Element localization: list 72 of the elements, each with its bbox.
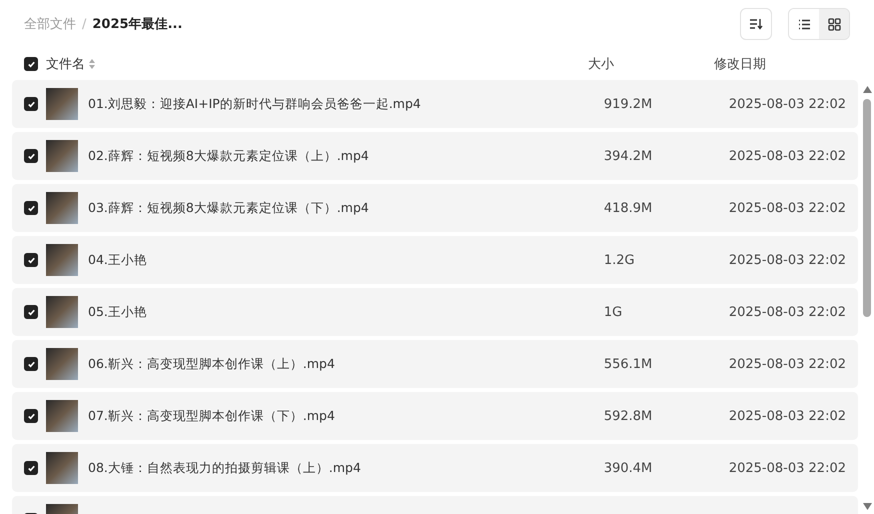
row-checkbox[interactable] [24,409,38,423]
row-checkbox[interactable] [24,201,38,215]
file-size: 592.8M [604,408,654,424]
video-thumbnail [46,400,78,432]
row-checkbox[interactable] [24,461,38,475]
modified-date: 2025-08-03 22:02 [728,252,846,268]
checkmark-icon [26,204,36,212]
file-row[interactable]: 07.靳兴：高变现型脚本创作课（下）.mp4 592.8M 2025-08-03 22:02 [12,392,858,440]
breadcrumb-current: 2025年最佳... [92,16,182,33]
column-header: 大小 [588,56,615,73]
video-thumbnail [46,244,78,276]
select-all-checkbox[interactable] [24,57,38,71]
file-size: 394.2M [604,148,654,164]
checkmark-icon [26,308,36,316]
sort-button[interactable] [740,8,772,40]
file-name: 04.王小艳 [88,252,148,268]
sort-caret-icon [89,59,95,69]
file-size: 1G [604,304,624,320]
sort-icon [749,18,763,30]
scrollbar-thumb[interactable] [863,99,871,317]
modified-date: 2025-08-03 22:02 [728,304,846,320]
checkmark-icon [26,152,36,160]
file-row[interactable]: 04.王小艳 1.2G 2025-08-03 22:02 [12,236,858,284]
modified-date: 2025-08-03 22:02 [728,460,846,476]
video-thumbnail [46,296,78,328]
file-row[interactable]: 08.大锤：自然表现力的拍摄剪辑课（上）.mp4 390.4M 2025-08-03 22:02 [12,444,858,492]
scroll-down-icon [862,503,872,510]
column-header[interactable]: 文件名 [46,55,85,73]
file-size: 919.2M [604,96,654,112]
grid-icon [828,18,840,30]
modified-date: 2025-08-03 22:02 [728,356,846,372]
file-name: 02.薛辉：短视频8大爆款元素定位课（上）.mp4 [88,148,370,164]
file-name: 05.王小艳 [88,304,148,320]
file-size: 1.2G [604,252,636,268]
list-icon [798,18,810,30]
file-row[interactable]: 06.靳兴：高变现型脚本创作课（上）.mp4 556.1M 2025-08-03 22:02 [12,340,858,388]
file-row[interactable]: 02.薛辉：短视频8大爆款元素定位课（上）.mp4 394.2M 2025-08-03 22:02 [12,132,858,180]
row-checkbox[interactable] [24,149,38,163]
row-checkbox[interactable] [24,97,38,111]
file-name: 06.靳兴：高变现型脚本创作课（上）.mp4 [88,356,336,372]
checkmark-icon [26,100,36,108]
file-name: 07.靳兴：高变现型脚本创作课（下）.mp4 [88,408,336,424]
video-thumbnail [46,140,78,172]
grid-view-button[interactable] [819,9,849,39]
row-checkbox[interactable] [24,305,38,319]
video-thumbnail [46,452,78,484]
checkmark-icon [26,256,36,264]
row-checkbox[interactable] [24,253,38,267]
modified-date: 2025-08-03 22:02 [728,408,846,424]
video-thumbnail [46,348,78,380]
scroll-up-icon [862,86,872,93]
file-name: 08.大锤：自然表现力的拍摄剪辑课（上）.mp4 [88,460,362,476]
checkmark-icon [26,412,36,420]
checkmark-icon [26,60,36,68]
row-checkbox[interactable] [24,357,38,371]
file-name: 01.刘思毅：迎接AI+IP的新时代与群响会员爸爸一起.mp4 [88,96,422,112]
file-name: 03.薛辉：短视频8大爆款元素定位课（下）.mp4 [88,200,370,216]
checkmark-icon [26,360,36,368]
modified-date: 2025-08-03 22:02 [728,96,846,112]
file-size: 418.9M [604,200,654,216]
file-row[interactable]: 01.刘思毅：迎接AI+IP的新时代与群响会员爸爸一起.mp4 919.2M 2025-08-03 22:02 [12,80,858,128]
file-size: 390.4M [604,460,654,476]
checkmark-icon [26,464,36,472]
modified-date: 2025-08-03 22:02 [728,148,846,164]
file-row[interactable]: 03.薛辉：短视频8大爆款元素定位课（下）.mp4 418.9M 2025-08-03 22:02 [12,184,858,232]
video-thumbnail [46,192,78,224]
video-thumbnail [46,88,78,120]
modified-date: 2025-08-03 22:02 [728,200,846,216]
column-header: 修改日期 [714,56,766,73]
file-size: 556.1M [604,356,654,372]
file-row[interactable]: 05.王小艳 1G 2025-08-03 22:02 [12,288,858,336]
breadcrumb-separator: / [82,16,86,32]
